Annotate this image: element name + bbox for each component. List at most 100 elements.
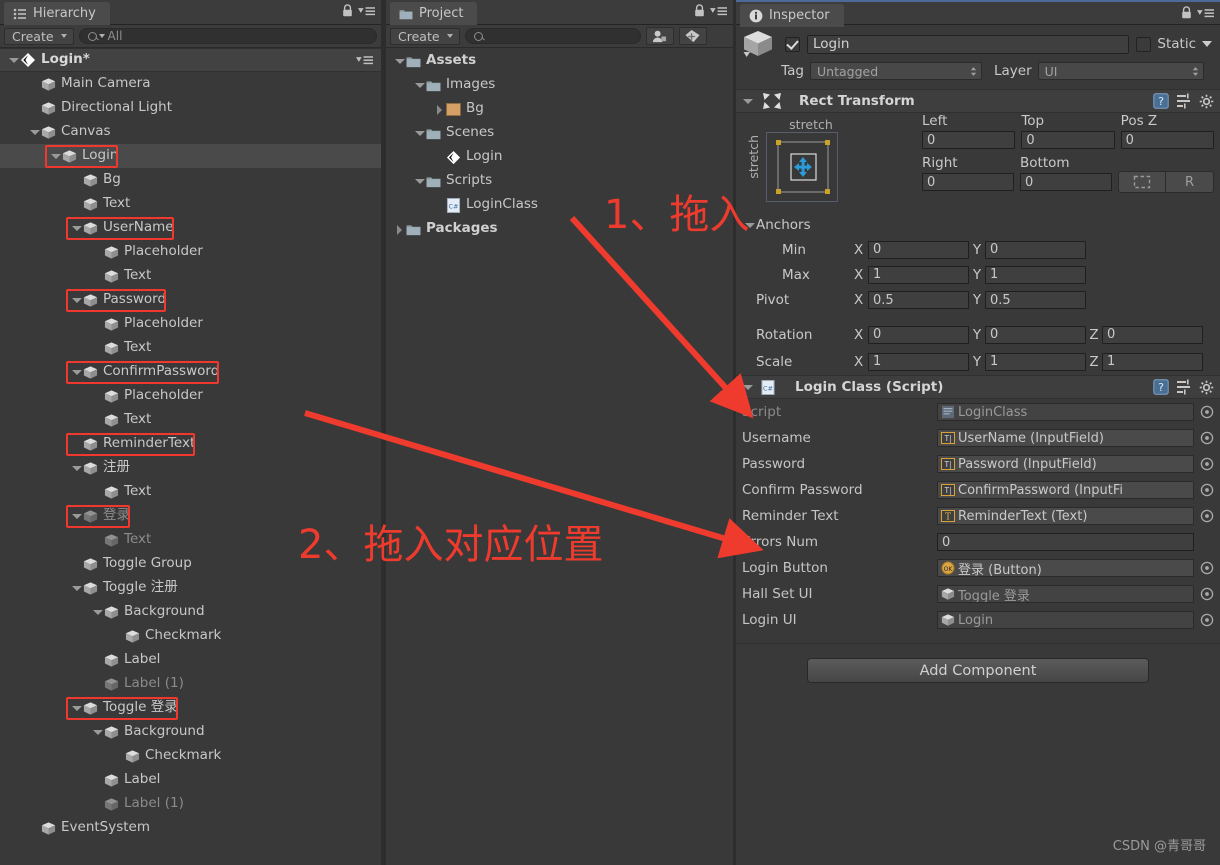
tab-inspector[interactable]: Inspector — [740, 4, 844, 27]
anchor-max-x-input[interactable]: 1 — [868, 265, 969, 284]
project-item-images[interactable]: Images — [386, 73, 733, 97]
lock-icon[interactable] — [694, 4, 705, 17]
tag-dropdown[interactable]: Untagged — [810, 62, 982, 80]
gameobject-enabled-checkbox[interactable] — [785, 36, 800, 52]
panel-menu-icon[interactable] — [710, 5, 727, 17]
posz-input[interactable]: 0 — [1120, 131, 1214, 149]
hierarchy-tree[interactable]: Login* Main Camera Directional Light Canva… — [0, 48, 381, 865]
chevron-down-icon[interactable] — [8, 55, 19, 66]
hierarchy-item-canvas[interactable]: Canvas — [0, 120, 381, 144]
object-picker-icon[interactable] — [1200, 483, 1214, 497]
object-picker-icon[interactable] — [1200, 405, 1214, 419]
object-reference-field[interactable]: LoginClass — [937, 403, 1194, 421]
panel-menu-icon[interactable] — [1197, 7, 1214, 19]
object-reference-field[interactable]: Password (InputField) — [937, 455, 1194, 473]
blueprint-mode-button[interactable] — [1118, 171, 1166, 193]
top-input[interactable]: 0 — [1021, 131, 1115, 149]
anchor-min-y-input[interactable]: 0 — [985, 240, 1086, 259]
hierarchy-item-confirmpassword[interactable]: ConfirmPassword — [0, 360, 381, 384]
anchor-max-y-input[interactable]: 1 — [985, 265, 1086, 284]
scene-menu-icon[interactable] — [356, 54, 373, 66]
raw-edit-button[interactable]: R — [1166, 171, 1214, 193]
object-picker-icon[interactable] — [1200, 509, 1214, 523]
hierarchy-search-input[interactable]: All — [78, 28, 377, 44]
hierarchy-item-username[interactable]: UserName — [0, 216, 381, 240]
pivot-y-input[interactable]: 0.5 — [985, 291, 1086, 309]
hierarchy-item-remindertext[interactable]: ReminderText — [0, 432, 381, 456]
object-reference-field[interactable]: Toggle 登录 — [937, 585, 1194, 603]
rotation-z-input[interactable]: 0 — [1102, 325, 1203, 344]
gear-icon[interactable] — [1199, 94, 1214, 109]
hierarchy-item-text[interactable]: Text — [0, 336, 381, 360]
lock-icon[interactable] — [1181, 6, 1192, 19]
scale-y-input[interactable]: 1 — [985, 352, 1086, 371]
chevron-down-icon[interactable] — [50, 151, 61, 162]
project-filter-by-type-button[interactable] — [645, 27, 674, 45]
hierarchy-item-directional-light[interactable]: Directional Light — [0, 96, 381, 120]
hierarchy-item-toggle-登录[interactable]: Toggle 登录 — [0, 696, 381, 720]
chevron-down-icon[interactable] — [71, 703, 82, 714]
chevron-down-icon[interactable] — [414, 176, 425, 187]
hierarchy-item-注册[interactable]: 注册 — [0, 456, 381, 480]
panel-menu-icon[interactable] — [358, 5, 375, 17]
preset-icon[interactable] — [1176, 93, 1192, 109]
hierarchy-item-label[interactable]: Label — [0, 768, 381, 792]
chevron-down-icon[interactable] — [92, 727, 103, 738]
hierarchy-item-text[interactable]: Text — [0, 528, 381, 552]
object-picker-icon[interactable] — [1200, 613, 1214, 627]
help-icon[interactable] — [1153, 379, 1169, 395]
project-item-login[interactable]: Login — [386, 145, 733, 169]
chevron-right-icon[interactable] — [434, 104, 445, 115]
hierarchy-item-password[interactable]: Password — [0, 288, 381, 312]
tab-project[interactable]: Project — [390, 2, 478, 25]
hierarchy-item-checkmark[interactable]: Checkmark — [0, 624, 381, 648]
chevron-down-icon[interactable] — [414, 128, 425, 139]
hierarchy-item-label[interactable]: Label — [0, 648, 381, 672]
hierarchy-item-main-camera[interactable]: Main Camera — [0, 72, 381, 96]
chevron-down-icon[interactable] — [71, 223, 82, 234]
chevron-down-icon[interactable] — [744, 220, 755, 231]
scale-z-input[interactable]: 1 — [1102, 352, 1203, 371]
chevron-down-icon[interactable] — [29, 127, 40, 138]
project-item-scripts[interactable]: Scripts — [386, 169, 733, 193]
hierarchy-item-label-1-[interactable]: Label (1) — [0, 792, 381, 816]
anchor-preset-button[interactable] — [766, 132, 838, 202]
bottom-input[interactable]: 0 — [1020, 173, 1112, 191]
hierarchy-item-background[interactable]: Background — [0, 600, 381, 624]
chevron-down-icon[interactable] — [71, 463, 82, 474]
object-picker-icon[interactable] — [1200, 587, 1214, 601]
add-component-button[interactable]: Add Component — [807, 658, 1149, 683]
hierarchy-item-eventsystem[interactable]: EventSystem — [0, 816, 381, 840]
layer-dropdown[interactable]: UI — [1037, 62, 1204, 80]
project-item-loginclass[interactable]: LoginClass — [386, 193, 733, 217]
project-item-assets[interactable]: Assets — [386, 49, 733, 73]
chevron-down-icon[interactable] — [394, 56, 405, 67]
static-dropdown-chevron-icon[interactable] — [1202, 41, 1212, 47]
static-checkbox[interactable] — [1136, 36, 1152, 52]
scale-x-input[interactable]: 1 — [868, 352, 969, 371]
object-picker-icon[interactable] — [1200, 457, 1214, 471]
anchor-min-x-input[interactable]: 0 — [868, 240, 969, 259]
object-picker-icon[interactable] — [1200, 561, 1214, 575]
project-tree[interactable]: Assets Images Bg Scenes Login Scripts LoginCla… — [386, 49, 733, 865]
lock-icon[interactable] — [342, 4, 353, 17]
hierarchy-scene-row[interactable]: Login* — [0, 48, 381, 72]
object-reference-field[interactable]: Login — [937, 611, 1194, 629]
hierarchy-item-bg[interactable]: Bg — [0, 168, 381, 192]
chevron-right-icon[interactable] — [394, 224, 405, 235]
help-icon[interactable] — [1153, 93, 1169, 109]
chevron-down-icon[interactable] — [742, 382, 753, 393]
hierarchy-item-checkmark[interactable]: Checkmark — [0, 744, 381, 768]
hierarchy-item-text[interactable]: Text — [0, 264, 381, 288]
rotation-y-input[interactable]: 0 — [985, 325, 1086, 344]
hierarchy-item-toggle-group[interactable]: Toggle Group — [0, 552, 381, 576]
rect-transform-header[interactable]: Rect Transform — [736, 89, 1220, 113]
hierarchy-item-toggle-注册[interactable]: Toggle 注册 — [0, 576, 381, 600]
hierarchy-item-登录[interactable]: 登录 — [0, 504, 381, 528]
hierarchy-item-label-1-[interactable]: Label (1) — [0, 672, 381, 696]
chevron-down-icon[interactable] — [414, 80, 425, 91]
chevron-down-icon[interactable] — [71, 295, 82, 306]
project-item-bg[interactable]: Bg — [386, 97, 733, 121]
hierarchy-item-text[interactable]: Text — [0, 480, 381, 504]
hierarchy-item-text[interactable]: Text — [0, 192, 381, 216]
